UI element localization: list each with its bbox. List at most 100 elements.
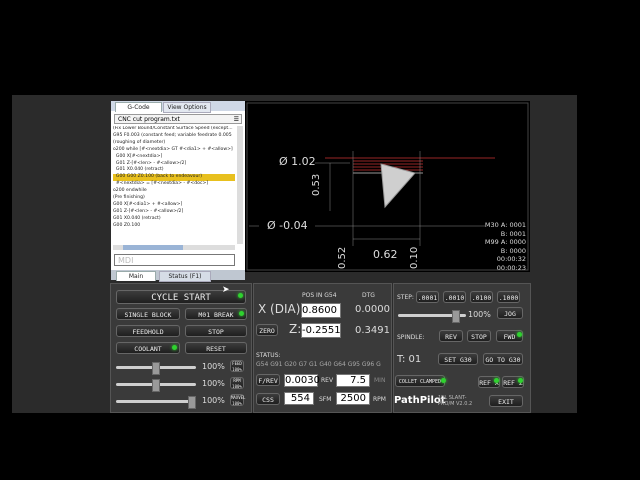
z-axis-label: Z:: [289, 322, 302, 336]
frev-button[interactable]: F/REV: [256, 374, 280, 386]
m01-break-button[interactable]: M01 BREAK: [185, 308, 247, 320]
cycle-start-led: [238, 293, 243, 298]
x-axis-label: X (DIA):: [258, 302, 305, 316]
rev-label: REV: [321, 377, 334, 384]
step-button[interactable]: .0100: [470, 291, 493, 303]
program-counters: M30 A: 0001 B: 0001 M99 A: 0000 B: 0000 …: [466, 221, 526, 272]
machine-model: 15L SLANT-PRO/M V2.0.2: [438, 395, 473, 407]
override-percent: 100%: [202, 396, 225, 405]
override-slider-knob[interactable]: [152, 362, 160, 375]
counter-m30-b: B: 0001: [500, 229, 526, 238]
main-tabs: Main Status (F1): [111, 270, 245, 282]
gcode-line[interactable]: (Pre finishing): [113, 195, 235, 202]
ref-z-led: [518, 378, 523, 383]
dim-offset: 0.10: [409, 246, 420, 269]
single-block-button[interactable]: SINGLE BLOCK: [116, 308, 180, 320]
gcode-line[interactable]: o200 while [#<nextdia> GT #<dia1> + #<al…: [113, 147, 235, 154]
sfm-label: SFM: [319, 396, 332, 403]
code-horizontal-scrollbar[interactable]: [113, 245, 235, 250]
z-position-field[interactable]: -0.2551: [301, 323, 341, 338]
dim-neg-diameter: Ø -0.04: [267, 219, 308, 232]
feed-per-min-field[interactable]: 7.5: [336, 374, 370, 387]
gcode-line[interactable]: (Fix Lower Bound/Constant Surface Speed …: [113, 126, 235, 133]
override-reset-button[interactable]: MAXVEL 100%: [230, 394, 245, 406]
status-label: STATUS:: [256, 352, 281, 359]
gcode-line[interactable]: G00 X[#<nextdia>]: [113, 154, 235, 161]
dim-width: 0.62: [373, 248, 398, 261]
spindle-stop-button[interactable]: STOP: [467, 330, 491, 342]
set-g30-button[interactable]: SET G30: [438, 353, 478, 365]
rpm-field[interactable]: 2500: [336, 392, 370, 405]
spindle-fwd-led: [517, 332, 522, 337]
min-label: MIN: [374, 377, 386, 384]
feed-per-rev-field[interactable]: 0.0030: [284, 374, 320, 387]
override-slider-knob[interactable]: [152, 379, 160, 392]
program-file-select[interactable]: CNC cut program.txt ☰: [114, 114, 242, 124]
override-slider[interactable]: [116, 400, 196, 403]
spindle-label: SPINDLE:: [397, 334, 425, 341]
spindle-rev-button[interactable]: REV: [439, 330, 463, 342]
m01-break-led: [239, 311, 244, 316]
step-label: STEP:: [397, 294, 414, 301]
z-dtg-value: 0.3491: [355, 325, 390, 336]
counter-m30-a: M30 A: 0001: [484, 221, 526, 229]
gcode-line[interactable]: G00 X[#<dia1> + #<allow>]: [113, 202, 235, 209]
exit-button[interactable]: EXIT: [489, 395, 523, 407]
code-vertical-scrollbar[interactable]: [237, 126, 243, 244]
override-slider-knob[interactable]: [188, 396, 196, 409]
x-dtg-value: 0.0000: [355, 304, 390, 315]
dro-title: POS IN G54: [302, 292, 337, 299]
tab-main[interactable]: Main: [116, 271, 156, 281]
file-menu-icon: ☰: [233, 116, 239, 123]
modal-status-text: G54 G91 G20 G7 G1 G40 G64 G95 G96 G: [256, 361, 381, 368]
gcode-listing[interactable]: (Fix Lower Bound/Constant Surface Speed …: [113, 126, 235, 244]
sfm-field[interactable]: 554: [284, 392, 314, 405]
reset-button[interactable]: RESET: [185, 342, 247, 354]
rpm-label: RPM: [373, 396, 386, 403]
counter-m99-b: B: 0000: [500, 246, 526, 255]
jog-button[interactable]: JOG: [497, 307, 523, 319]
remaining-time: 00:00:23: [496, 263, 526, 272]
cycle-time: 00:00:32: [496, 255, 526, 263]
collet-clamped-button[interactable]: COLLET CLAMPED: [395, 375, 445, 387]
dim-depth: 0.52: [337, 246, 348, 269]
override-reset-button[interactable]: RPM 100%: [230, 377, 244, 389]
step-button[interactable]: .0001: [416, 291, 439, 303]
dtg-title: DTG: [362, 292, 375, 299]
jog-percent: 100%: [468, 310, 491, 319]
gcode-line[interactable]: (roughing of diameter): [113, 140, 235, 147]
collet-led: [441, 378, 446, 383]
css-button[interactable]: CSS: [256, 393, 280, 405]
mouse-cursor: ➤: [222, 285, 230, 295]
override-reset-button[interactable]: FEED 100%: [230, 360, 244, 372]
tool-number: T: 01: [397, 354, 422, 365]
stop-button[interactable]: STOP: [185, 325, 247, 337]
override-percent: 100%: [202, 362, 225, 371]
jog-slider-knob[interactable]: [452, 310, 460, 323]
zero-button[interactable]: ZERO: [256, 324, 278, 336]
coolant-led: [172, 345, 177, 350]
gcode-line[interactable]: G01 Z-[#<len> - #<allow>/2]: [113, 209, 235, 216]
x-position-field[interactable]: 0.8600: [301, 303, 341, 318]
editor-tabs: G-Code View Options: [111, 101, 245, 113]
program-file-name: CNC cut program.txt: [118, 116, 180, 123]
step-button[interactable]: .0010: [443, 291, 466, 303]
counter-m99-a: M99 A: 0000: [484, 238, 526, 246]
tab-view-options[interactable]: View Options: [163, 102, 211, 113]
step-button[interactable]: .1000: [497, 291, 520, 303]
coolant-button[interactable]: COOLANT: [116, 342, 180, 354]
scroll-thumb[interactable]: [123, 245, 183, 250]
tab-gcode[interactable]: G-Code: [115, 102, 162, 112]
ref-x-led: [494, 378, 499, 383]
mdi-input[interactable]: MDI: [114, 254, 235, 266]
tab-status[interactable]: Status (F1): [159, 271, 211, 282]
gcode-line[interactable]: G00 Z0.100: [113, 223, 235, 230]
gcode-line[interactable]: G01 X0.040 (retract): [113, 216, 235, 223]
goto-g30-button[interactable]: GO TO G30: [483, 353, 523, 365]
dim-length: 0.53: [311, 173, 322, 196]
override-percent: 100%: [202, 379, 225, 388]
toolpath-plot[interactable]: Ø 1.02 0.53 Ø -0.04 0.62 0.52 0.10 M30 A…: [245, 101, 530, 272]
dim-diameter: Ø 1.02: [279, 155, 316, 168]
feedhold-button[interactable]: FEEDHOLD: [116, 325, 180, 337]
gcode-line[interactable]: G95 F0.003 (constant feed; variable feed…: [113, 133, 235, 140]
